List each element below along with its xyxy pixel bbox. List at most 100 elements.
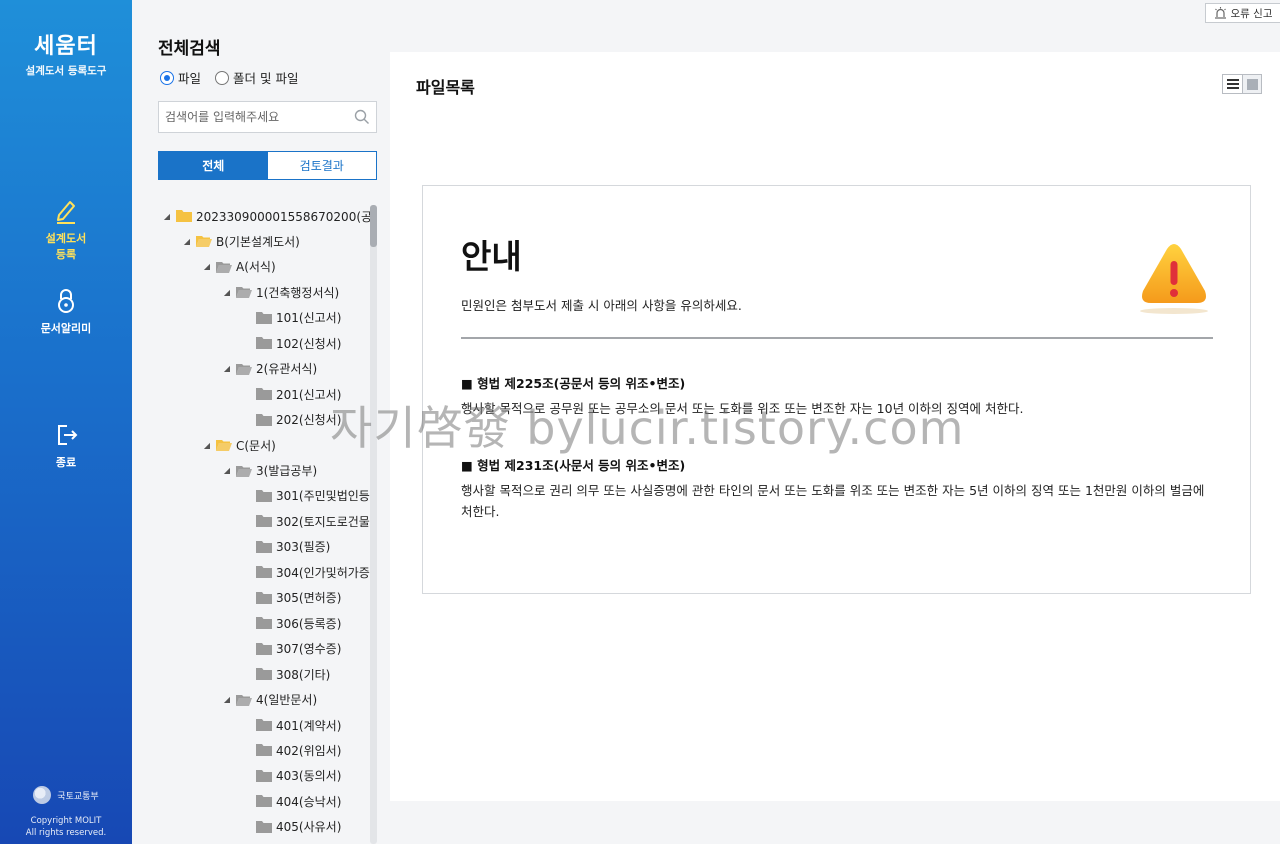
tree-node[interactable]: 302(토지도로건물	[242, 510, 370, 532]
ministry-logo-icon	[33, 786, 52, 804]
ministry-mark: 국토교통부	[0, 786, 132, 804]
tree-node[interactable]: ◢ B(기본설계도서)	[182, 230, 300, 252]
folder-icon	[256, 515, 272, 528]
tree-node[interactable]: 405(사유서)	[242, 816, 341, 838]
tree-scrollbar-track[interactable]	[370, 205, 377, 844]
folder-open-icon	[236, 465, 252, 477]
tree-node[interactable]: 306(등록증)	[242, 612, 341, 634]
expand-toggle-icon[interactable]: ◢	[222, 695, 232, 704]
copyright-line-2: All rights reserved.	[25, 828, 107, 838]
nav-item-exit[interactable]: 종료	[0, 422, 132, 470]
tree-node[interactable]: 307(영수증)	[242, 638, 341, 660]
folder-icon	[256, 337, 272, 350]
folder-tree: ◢ 20233090000155867020​0(공사감 ◢ B(기본설계도서) ◢ A(…	[158, 205, 372, 844]
radio-file-dot[interactable]	[160, 70, 174, 85]
tree-node[interactable]: 402(위임서)	[242, 739, 341, 761]
list-view-button[interactable]	[1223, 75, 1242, 93]
logo-title: 세움터	[34, 34, 98, 59]
search-input[interactable]	[159, 102, 339, 132]
result-tabs: 전체 검토결과	[158, 151, 377, 180]
tree-node[interactable]: ◢ 2(유관서식)	[222, 358, 317, 380]
tree-node[interactable]: ◢ 3(발급공부)	[222, 460, 317, 482]
folder-open-icon	[236, 363, 252, 375]
warning-icon	[1140, 244, 1208, 314]
view-toggle	[1222, 74, 1262, 94]
expand-toggle-icon[interactable]: ◢	[222, 466, 232, 475]
tree-node[interactable]: ◢ 4(일반문서)	[222, 689, 317, 711]
tree-node-label: 202(신청서)	[276, 413, 342, 428]
folder-open-icon	[236, 694, 252, 706]
error-report-button[interactable]: 오류 신고	[1205, 3, 1280, 23]
error-report-label: 오류 신고	[1230, 7, 1273, 20]
expand-toggle-icon[interactable]: ◢	[222, 364, 232, 373]
tree-node[interactable]: 308(기타)	[242, 663, 330, 685]
tree-node[interactable]: ◢ 1(건축행정서식)	[222, 281, 339, 303]
tree-scrollbar-thumb[interactable]	[370, 205, 377, 247]
tree-node-label: 306(등록증)	[276, 616, 342, 631]
tree-node-label: 102(신청서)	[276, 336, 342, 351]
radio-file[interactable]: 파일	[160, 68, 201, 87]
list-icon	[1226, 79, 1239, 89]
tree-node[interactable]: ◢ A(서식)	[202, 256, 276, 278]
siren-icon	[1214, 7, 1226, 19]
tree-node[interactable]: 403(동의서)	[242, 765, 341, 787]
copyright: Copyright MOLIT All rights reserved.	[0, 815, 132, 839]
expand-toggle-icon[interactable]: ◢	[202, 441, 212, 450]
tree-node[interactable]: 303(필증)	[242, 536, 330, 558]
expand-toggle-icon[interactable]: ◢	[202, 262, 212, 271]
folder-open-icon	[236, 287, 252, 299]
notice-title: 안내	[461, 237, 522, 276]
tree-node[interactable]: 101(신고서)	[242, 307, 341, 329]
folder-open-icon	[216, 261, 232, 273]
grid-view-button[interactable]	[1242, 75, 1261, 93]
lock-icon	[58, 289, 74, 313]
tree-node[interactable]: 305(면허증)	[242, 587, 341, 609]
law-231-text: 행사할 목적으로 권리 의무 또는 사실증명에 관한 타인의 문서 또는 도화를…	[461, 483, 1205, 519]
folder-icon	[256, 311, 272, 324]
tree-node-label: C(문서)	[236, 438, 276, 453]
law-225-heading: ■ 형법 제225조(공문서 등의 위조•변조)	[461, 376, 686, 391]
exit-icon	[58, 425, 78, 445]
app-logo[interactable]: 세움터 설계도서 등록도구	[0, 28, 132, 78]
radio-folder-and-file[interactable]: 폴더 및 파일	[215, 68, 298, 87]
file-list-panel: 파일목록 안내 민원인은 첨부도서 제출 시 아래의 사항을 유의하세요. ■ …	[390, 52, 1280, 801]
notice-box: 안내 민원인은 첨부도서 제출 시 아래의 사항을 유의하세요. ■ 형법 제2…	[422, 185, 1251, 594]
copyright-line-1: Copyright MOLIT	[30, 816, 102, 826]
tree-node[interactable]: 201(신고서)	[242, 383, 341, 405]
tree-node[interactable]: ◢ C(문서)	[202, 434, 276, 456]
nav-item-register[interactable]: 설계도서 등록	[0, 198, 132, 262]
expand-toggle-icon[interactable]: ◢	[162, 212, 172, 221]
tree-node-label: 403(동의서)	[276, 769, 342, 784]
law-225-text: 행사할 목적으로 공무원 또는 공무소의 문서 또는 도화를 위조 또는 변조한…	[461, 401, 1024, 416]
search-box	[158, 101, 377, 133]
search-mode-radios: 파일 폴더 및 파일	[160, 68, 298, 87]
nav-item-doc-alarm[interactable]: 문서알리미	[0, 288, 132, 336]
expand-toggle-icon[interactable]: ◢	[182, 237, 192, 246]
search-panel: 전체검색 파일 폴더 및 파일 전체 검토결과 ◢ 202330900001558…	[132, 0, 388, 844]
tab-all[interactable]: 전체	[159, 152, 268, 179]
folder-icon	[256, 489, 272, 502]
tree-node-label: 401(계약서)	[276, 718, 342, 733]
ministry-name: 국토교통부	[57, 791, 99, 802]
tree-node-label: 402(위임서)	[276, 743, 342, 758]
expand-toggle-icon[interactable]: ◢	[222, 288, 232, 297]
search-icon[interactable]	[354, 109, 370, 125]
tree-node-label: 1(건축행정서식)	[256, 285, 340, 300]
tree-node[interactable]: 102(신청서)	[242, 332, 341, 354]
tree-node[interactable]: 202(신청서)	[242, 409, 341, 431]
tree-node-label: 301(주민및법인등	[276, 489, 370, 504]
tree-node[interactable]: 301(주민및법인등	[242, 485, 370, 507]
tree-node[interactable]: ◢ 20233090000155867020​0(공사감	[162, 205, 372, 227]
tree-node-label: 405(사유서)	[276, 820, 342, 835]
tree-node[interactable]: 404(승낙서)	[242, 790, 341, 812]
nav-label-register-1: 설계도서	[45, 232, 87, 245]
tab-review-result[interactable]: 검토결과	[267, 152, 376, 179]
radio-folder-and-file-dot[interactable]	[215, 70, 230, 85]
tree-node-label: 307(영수증)	[276, 642, 342, 657]
tree-node[interactable]: 401(계약서)	[242, 714, 341, 736]
tree-node[interactable]: 304(인가및허가증	[242, 561, 370, 583]
radio-file-label: 파일	[178, 71, 202, 86]
tree-node-label: 304(인가및허가증	[276, 565, 370, 580]
logo-subtitle: 설계도서 등록도구	[25, 65, 107, 77]
notice-divider	[461, 337, 1213, 339]
